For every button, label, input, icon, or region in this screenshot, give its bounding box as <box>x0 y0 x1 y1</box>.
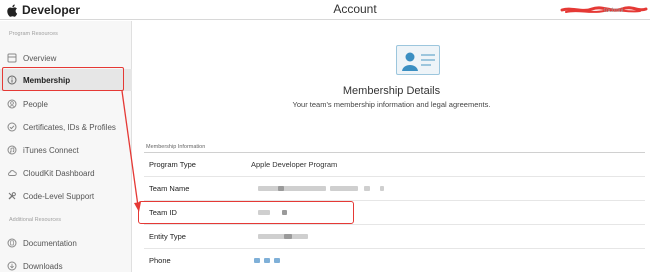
sidebar-item-label: People <box>23 99 48 109</box>
sidebar-item-people[interactable]: People <box>0 93 132 115</box>
sidebar-item-itunes-connect[interactable]: iTunes Connect <box>0 139 132 161</box>
sidebar-item-documentation[interactable]: Documentation <box>0 232 132 254</box>
additional-resources-label: Additional Resources <box>9 217 61 223</box>
apple-icon <box>6 3 18 17</box>
divider <box>144 152 645 153</box>
document-icon <box>7 238 17 248</box>
team-name-label: Team Name <box>149 184 190 193</box>
sidebar-item-certificates[interactable]: Certificates, IDs & Profiles <box>0 116 132 138</box>
page-title: Account <box>333 2 377 16</box>
sidebar-item-code-level-support[interactable]: Code-Level Support <box>0 185 132 207</box>
sidebar-item-label: iTunes Connect <box>23 145 79 155</box>
sidebar-item-overview[interactable]: Overview <box>0 47 132 69</box>
membership-highlight-box <box>2 67 124 91</box>
membership-details-title: Membership Details <box>342 85 441 97</box>
sidebar-item-downloads[interactable]: Downloads <box>0 255 132 272</box>
main-content <box>133 21 650 272</box>
brand-text: Developer <box>22 3 81 17</box>
people-icon <box>7 99 17 109</box>
download-icon <box>7 261 17 271</box>
sidebar-item-label: Certificates, IDs & Profiles <box>23 122 116 132</box>
developer-logo[interactable]: Developer <box>6 2 80 18</box>
membership-details-subtitle: Your team's membership information and l… <box>292 100 491 109</box>
phone-label: Phone <box>149 256 171 265</box>
itunes-icon <box>7 145 17 155</box>
user-name[interactable]: tochnoi <box>604 8 623 14</box>
overview-icon <box>7 53 17 63</box>
cloud-icon <box>7 168 17 178</box>
divider <box>144 248 645 249</box>
program-type-value: Apple Developer Program <box>251 160 338 169</box>
sidebar-item-label: Code-Level Support <box>23 191 95 201</box>
tools-icon <box>7 191 17 201</box>
top-bar: Developer Account tochnoi <box>0 0 650 20</box>
sidebar-item-label: Downloads <box>23 261 63 271</box>
program-type-label: Program Type <box>149 160 196 169</box>
entity-type-label: Entity Type <box>149 232 186 241</box>
team-id-highlight-box <box>138 201 354 224</box>
check-circle-icon <box>7 122 17 132</box>
sidebar-item-label: Documentation <box>23 238 77 248</box>
program-resources-label: Program Resources <box>9 31 58 37</box>
sidebar-item-label: Overview <box>23 53 57 63</box>
membership-card-icon <box>396 45 440 75</box>
divider <box>144 224 645 225</box>
sidebar-item-label: CloudKit Dashboard <box>23 168 95 178</box>
sidebar-item-cloudkit-dashboard[interactable]: CloudKit Dashboard <box>0 162 132 184</box>
divider <box>144 176 645 177</box>
membership-information-heading: Membership Information <box>146 144 206 150</box>
